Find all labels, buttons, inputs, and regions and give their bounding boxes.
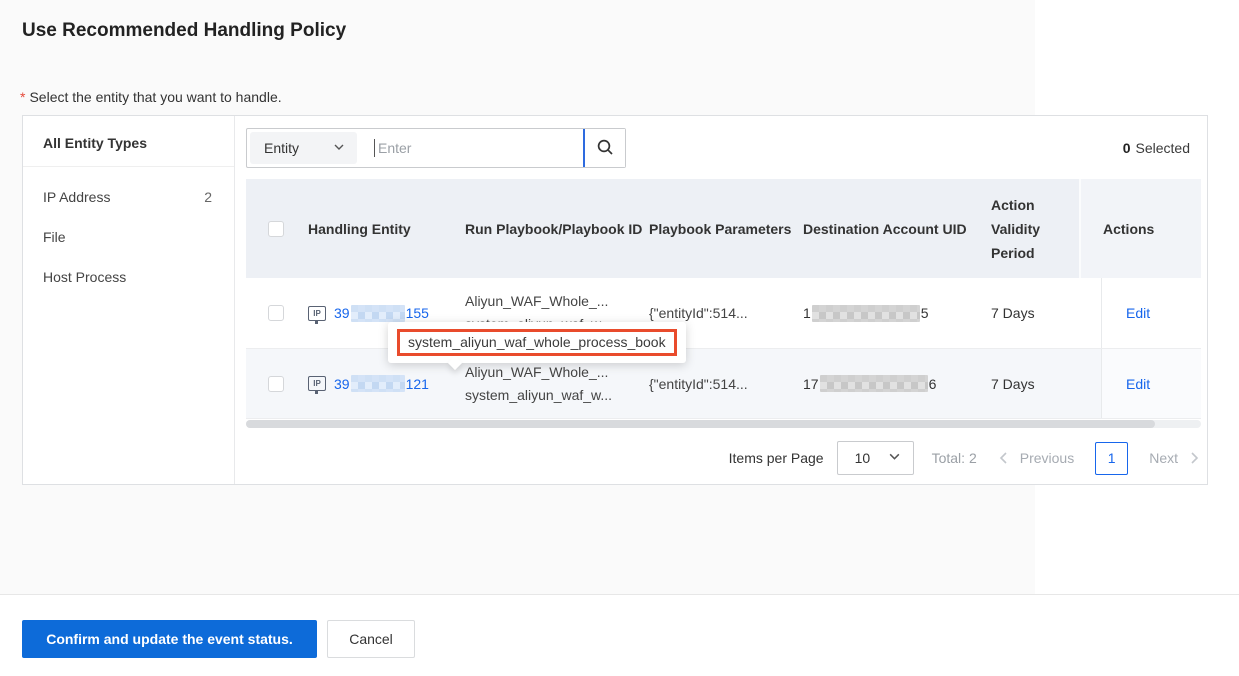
column-header-destination-account-uid: Destination Account UID xyxy=(803,179,991,278)
masked-uid-segment xyxy=(812,305,920,322)
previous-page-button[interactable]: Previous xyxy=(997,450,1074,466)
uid-suffix: 6 xyxy=(929,376,937,392)
page-number-button[interactable]: 1 xyxy=(1095,442,1128,475)
selected-count: 0 xyxy=(1123,140,1131,156)
sidebar-item-label: Host Process xyxy=(43,269,126,285)
masked-entity-segment xyxy=(351,375,405,392)
column-header-actions: Actions xyxy=(1079,179,1201,278)
select-all-checkbox[interactable] xyxy=(268,221,284,237)
column-header-run-playbook: Run Playbook/Playbook ID xyxy=(465,179,649,278)
uid-suffix: 5 xyxy=(921,305,929,321)
sidebar-header-all-entity-types: All Entity Types xyxy=(23,116,234,167)
tooltip-highlight-box: system_aliyun_waf_whole_process_book xyxy=(397,329,677,356)
masked-entity-segment xyxy=(351,305,405,322)
page-title: Use Recommended Handling Policy xyxy=(22,20,346,42)
entity-type-sidebar: All Entity Types IP Address 2 File Host … xyxy=(23,116,235,484)
playbook-id: system_aliyun_waf_w... xyxy=(465,384,612,407)
entity-id-suffix: 121 xyxy=(406,376,429,392)
action-validity-cell: 7 Days xyxy=(991,349,1101,418)
ip-address-icon: IP xyxy=(308,376,326,391)
pagination-bar: Items per Page 10 Total: 2 Previous 1 Ne… xyxy=(235,441,1201,475)
items-per-page-label: Items per Page xyxy=(729,450,824,466)
chevron-down-icon xyxy=(333,140,345,156)
instruction-text: *Select the entity that you want to hand… xyxy=(20,89,282,105)
search-toolbar: Entity 0 Selected xyxy=(246,128,1201,168)
uid-prefix: 17 xyxy=(803,376,819,392)
handling-entity-link[interactable]: IP 39 155 xyxy=(308,305,429,322)
destination-account-uid-cell: 1 5 xyxy=(803,278,991,348)
selected-label: Selected xyxy=(1136,140,1190,156)
page-size-select[interactable]: 10 xyxy=(837,441,914,475)
masked-uid-segment xyxy=(820,375,928,392)
entity-id-prefix: 39 xyxy=(334,305,350,321)
row-checkbox[interactable] xyxy=(268,305,284,321)
entity-id-prefix: 39 xyxy=(334,376,350,392)
table-header-row: Handling Entity Run Playbook/Playbook ID… xyxy=(246,179,1201,278)
playbook-name: Aliyun_WAF_Whole_... xyxy=(465,361,608,384)
next-page-button[interactable]: Next xyxy=(1149,450,1201,466)
column-header-handling-entity: Handling Entity xyxy=(308,179,465,278)
scrollbar-thumb[interactable] xyxy=(246,420,1155,428)
sidebar-item-label: File xyxy=(43,229,66,245)
total-count: Total: 2 xyxy=(932,450,977,466)
ip-address-icon: IP xyxy=(308,306,326,321)
column-header-action-validity-period: Action Validity Period xyxy=(991,179,1079,278)
sidebar-item-label: IP Address xyxy=(43,189,110,205)
entity-id-suffix: 155 xyxy=(406,305,429,321)
confirm-button[interactable]: Confirm and update the event status. xyxy=(22,620,317,658)
search-input[interactable] xyxy=(375,129,583,167)
search-group: Entity xyxy=(246,128,626,168)
required-asterisk: * xyxy=(20,89,25,105)
uid-prefix: 1 xyxy=(803,305,811,321)
sidebar-item-file[interactable]: File xyxy=(23,217,234,257)
handling-entity-link[interactable]: IP 39 121 xyxy=(308,375,429,392)
edit-link[interactable]: Edit xyxy=(1126,376,1150,392)
row-checkbox[interactable] xyxy=(268,376,284,392)
search-button[interactable] xyxy=(585,129,625,167)
sidebar-item-host-process[interactable]: Host Process xyxy=(23,257,234,297)
handling-entity-table: Handling Entity Run Playbook/Playbook ID… xyxy=(246,179,1201,419)
chevron-right-icon xyxy=(1187,451,1201,465)
search-field-select[interactable]: Entity xyxy=(250,132,357,164)
entity-table-area: Entity 0 Selected xyxy=(235,116,1211,484)
footer-divider xyxy=(0,594,1239,595)
next-label: Next xyxy=(1149,450,1178,466)
instruction-label: Select the entity that you want to handl… xyxy=(29,89,281,105)
search-icon xyxy=(596,138,614,159)
edit-link[interactable]: Edit xyxy=(1126,305,1150,321)
column-header-playbook-parameters: Playbook Parameters xyxy=(649,179,803,278)
cancel-button[interactable]: Cancel xyxy=(327,620,415,658)
page-size-value: 10 xyxy=(855,450,871,466)
chevron-down-icon xyxy=(888,450,901,466)
destination-account-uid-cell: 17 6 xyxy=(803,349,991,418)
horizontal-scrollbar[interactable] xyxy=(246,420,1201,428)
chevron-left-icon xyxy=(997,451,1011,465)
playbook-name: Aliyun_WAF_Whole_... xyxy=(465,290,608,313)
action-validity-cell: 7 Days xyxy=(991,278,1101,348)
selected-count-info: 0 Selected xyxy=(1123,140,1201,156)
playbook-id-tooltip: system_aliyun_waf_whole_process_book xyxy=(388,322,686,363)
sidebar-item-ip-address[interactable]: IP Address 2 xyxy=(23,177,234,217)
previous-label: Previous xyxy=(1020,450,1074,466)
sidebar-item-count: 2 xyxy=(204,189,212,205)
entity-selection-panel: All Entity Types IP Address 2 File Host … xyxy=(22,115,1208,485)
search-field-label: Entity xyxy=(264,140,299,156)
